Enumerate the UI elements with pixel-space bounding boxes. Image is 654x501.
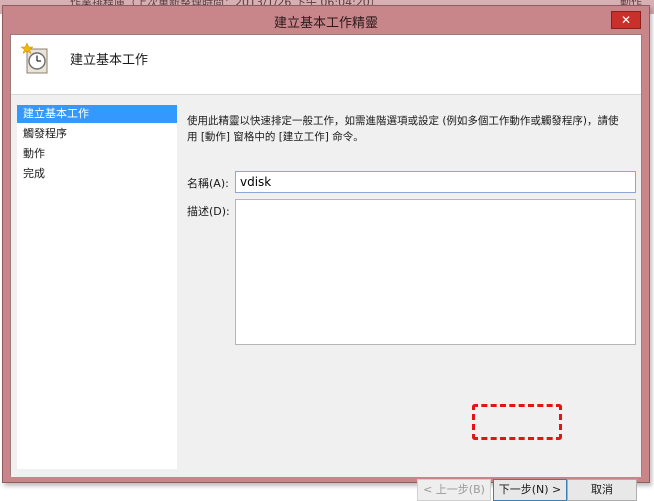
name-label: 名稱(A):	[187, 177, 229, 190]
description-label: 描述(D):	[187, 205, 230, 218]
sidebar-item-label: 建立基本工作	[23, 107, 89, 120]
sidebar-item-create-basic-task[interactable]: 建立基本工作	[17, 105, 177, 123]
dialog-title: 建立基本工作精靈	[273, 16, 378, 31]
description-field[interactable]	[235, 199, 636, 345]
instructions-text: 使用此精靈以快速排定一般工作，如需進階選項或設定 (例如多個工作動作或觸發程序)…	[187, 113, 637, 145]
name-field[interactable]	[235, 171, 636, 193]
next-button[interactable]: 下一步(N) >	[493, 479, 567, 501]
next-button-highlight	[472, 404, 562, 440]
sidebar-item-finish[interactable]: 完成	[17, 165, 177, 183]
wizard-steps-sidebar: 建立基本工作 觸發程序 動作 完成	[17, 105, 177, 469]
close-button[interactable]: ✕	[611, 11, 641, 29]
instructions-line-2: 用 [動作] 窗格中的 [建立工作] 命令。	[187, 131, 364, 143]
sidebar-item-action[interactable]: 動作	[17, 145, 177, 163]
back-button[interactable]: < 上一步(B)	[417, 479, 491, 501]
clock-icon	[21, 43, 48, 74]
sidebar-item-label: 完成	[23, 167, 45, 180]
sidebar-item-trigger[interactable]: 觸發程序	[17, 125, 177, 143]
close-icon: ✕	[620, 13, 632, 27]
page-title: 建立基本工作	[70, 53, 149, 68]
instructions-line-1: 使用此精靈以快速排定一般工作，如需進階選項或設定 (例如多個工作動作或觸發程序)…	[187, 115, 619, 127]
wizard-header: 建立基本工作	[11, 35, 641, 95]
sidebar-item-label: 動作	[23, 147, 45, 160]
sidebar-item-label: 觸發程序	[23, 127, 67, 140]
title-bar[interactable]: 建立基本工作精靈 ✕	[3, 6, 649, 34]
cancel-button[interactable]: 取消	[567, 479, 637, 501]
